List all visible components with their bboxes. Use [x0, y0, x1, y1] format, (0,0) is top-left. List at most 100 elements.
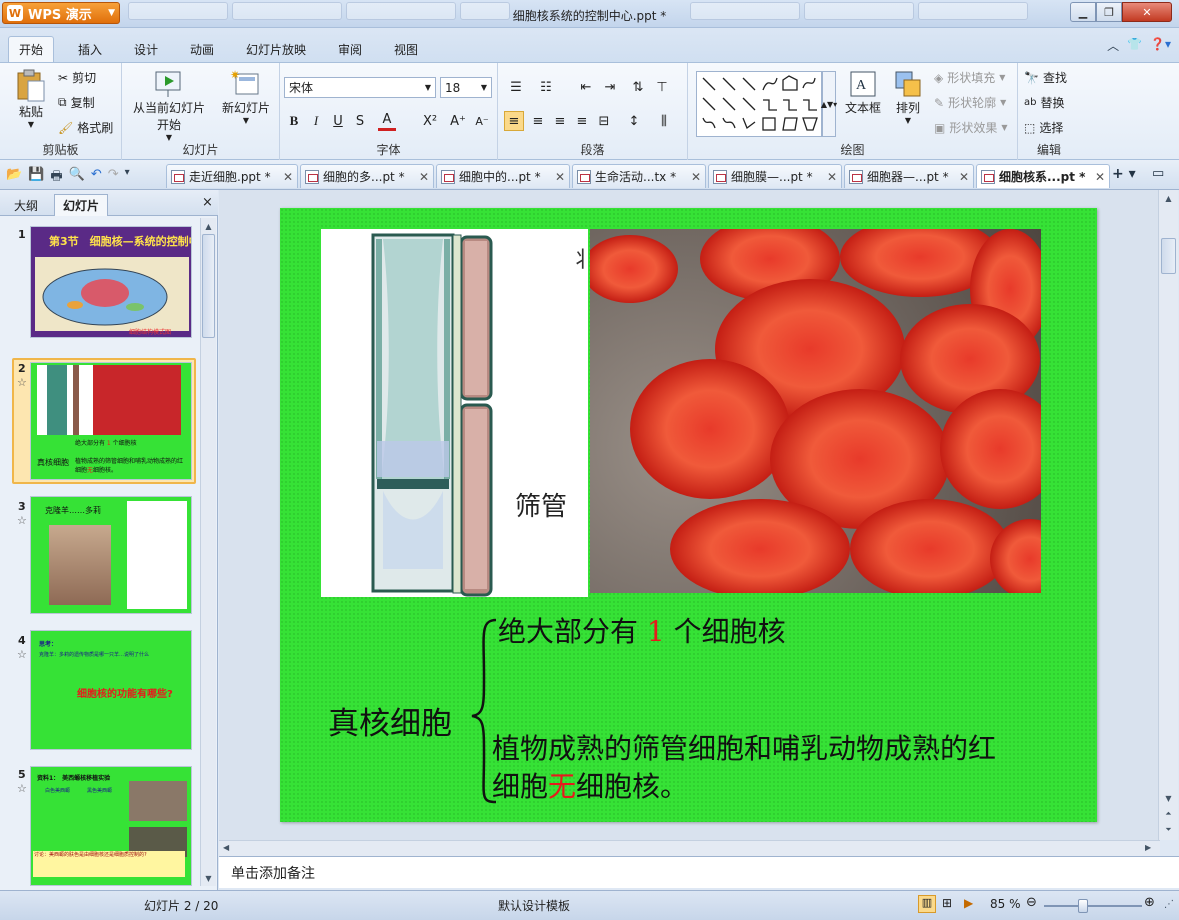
open-icon[interactable]: 📂	[6, 167, 22, 189]
tab-view[interactable]: 视图	[384, 36, 428, 62]
align-center-icon[interactable]: ≡	[528, 111, 548, 131]
paste-button[interactable]: 粘贴 ▼	[10, 69, 52, 129]
print-icon[interactable]: 🖶	[50, 167, 62, 189]
shapes-gallery[interactable]	[696, 71, 822, 137]
format-painter-button[interactable]: 🖌 格式刷	[58, 119, 113, 136]
close-icon[interactable]: ✕	[555, 170, 565, 184]
tab-design[interactable]: 设计	[124, 36, 168, 62]
minimize-button[interactable]: ▁	[1070, 2, 1096, 22]
align-right-icon[interactable]: ≡	[550, 111, 570, 131]
next-slide-icon[interactable]: ⏷	[1159, 822, 1178, 838]
numbering-icon[interactable]: ☷	[536, 77, 556, 97]
shape-fill-button[interactable]: ◈ 形状填充 ▼	[934, 69, 1005, 86]
distribute-icon[interactable]: ⊟	[594, 111, 614, 131]
new-slide-button[interactable]: ✷ 新幻灯片 ▼	[216, 69, 276, 125]
decrease-indent-icon[interactable]: ⇤	[576, 77, 596, 97]
close-icon[interactable]: ✕	[959, 170, 969, 184]
superscript-button[interactable]: X²	[420, 111, 440, 131]
customize-icon[interactable]: ▾	[125, 167, 130, 189]
align-text-icon[interactable]: ⊤	[652, 77, 672, 97]
shadow-button[interactable]: S	[350, 111, 370, 131]
font-size-select[interactable]: 18 ▼	[440, 77, 492, 98]
doc-tab[interactable]: 走近细胞.ppt * ✕	[166, 164, 298, 188]
close-button[interactable]: ✕	[1122, 2, 1172, 22]
arrange-button[interactable]: 排列 ▼	[888, 69, 928, 125]
scroll-down-icon[interactable]: ▼	[201, 870, 216, 886]
help-icon[interactable]: ❓▾	[1150, 37, 1171, 54]
close-icon[interactable]: ✕	[1095, 170, 1105, 184]
slides-panel-scrollbar[interactable]: ▲ ▼	[200, 218, 216, 886]
bold-button[interactable]: B	[284, 111, 304, 131]
tab-home[interactable]: 开始	[8, 36, 55, 62]
print-preview-icon[interactable]: 🔍	[69, 167, 85, 189]
maximize-button[interactable]: ❐	[1096, 2, 1122, 22]
scroll-thumb[interactable]	[1161, 238, 1176, 274]
grow-font-button[interactable]: A⁺	[448, 111, 468, 131]
tab-outline[interactable]: 大纲	[6, 194, 46, 216]
copy-button[interactable]: ⧉ 复制	[58, 94, 95, 111]
tab-list-icon[interactable]: ▭	[1152, 166, 1164, 181]
select-button[interactable]: ⬚ 选择	[1024, 119, 1063, 136]
tab-slideshow[interactable]: 幻灯片放映	[236, 36, 316, 62]
tab-insert[interactable]: 插入	[68, 36, 112, 62]
scroll-down-icon[interactable]: ▼	[1159, 790, 1178, 806]
slide-sorter-icon[interactable]: ⊞	[942, 896, 952, 910]
normal-view-icon[interactable]: ▥	[918, 895, 936, 913]
from-current-slide-button[interactable]: 从当前幻灯片 开始 ▼	[126, 69, 212, 142]
find-button[interactable]: 🔭 查找	[1024, 69, 1067, 86]
close-icon[interactable]: ✕	[691, 170, 701, 184]
tab-review[interactable]: 审阅	[328, 36, 372, 62]
line-spacing-icon[interactable]: ↕	[624, 111, 644, 131]
zoom-slider[interactable]	[1044, 905, 1142, 907]
scroll-thumb[interactable]	[202, 234, 215, 338]
zoom-level[interactable]: 85 %	[990, 897, 1021, 911]
doc-tab[interactable]: 细胞器—...pt * ✕	[844, 164, 974, 188]
shapes-gallery-scroll[interactable]: ▲▼▾	[821, 71, 837, 137]
slide-thumbnail-4[interactable]: 思考： 克隆羊：多莉的遗传物质是哪一只羊…说明了什么 细胞核的功能有哪些?	[30, 630, 192, 750]
zoom-slider-handle[interactable]	[1078, 899, 1088, 913]
slide-thumbnail-2[interactable]: 真核细胞 绝大部分有 1 个细胞核 植物成熟的筛管细胞和哺乳动物成熟的红细胞无细胞…	[30, 362, 192, 480]
italic-button[interactable]: I	[306, 111, 326, 131]
shape-effect-button[interactable]: ▣ 形状效果 ▼	[934, 119, 1008, 136]
close-icon[interactable]: ✕	[827, 170, 837, 184]
redo-icon[interactable]: ↷	[108, 167, 119, 189]
font-color-button[interactable]: A	[378, 111, 396, 131]
shrink-font-button[interactable]: A⁻	[472, 111, 492, 131]
slideshow-view-icon[interactable]: ▶	[964, 896, 973, 910]
scroll-up-icon[interactable]: ▲	[1159, 190, 1178, 206]
doc-tab[interactable]: 细胞膜—...pt * ✕	[708, 164, 842, 188]
justify-icon[interactable]: ≡	[572, 111, 592, 131]
doc-tab[interactable]: 生命活动...tx * ✕	[572, 164, 706, 188]
notes-area[interactable]: 单击添加备注	[219, 856, 1179, 888]
tab-slides[interactable]: 幻灯片	[54, 194, 109, 216]
close-panel-icon[interactable]: ×	[202, 195, 213, 210]
close-icon[interactable]: ✕	[419, 170, 429, 184]
slide-horizontal-scrollbar[interactable]: ◀ ▶	[219, 840, 1160, 856]
zoom-out-icon[interactable]: ⊖	[1026, 895, 1037, 910]
shape-outline-button[interactable]: ✎ 形状轮廓 ▼	[934, 94, 1006, 111]
align-left-icon[interactable]: ≡	[504, 111, 524, 131]
tab-animation[interactable]: 动画	[180, 36, 224, 62]
save-icon[interactable]: 💾	[28, 167, 44, 189]
slide-thumbnail-5[interactable]: 资料1： 美西螈核移植实验 白色美西螈 黑色美西螈 讨论：美西螈的肤色是由细胞核…	[30, 766, 192, 886]
undo-icon[interactable]: ↶	[91, 167, 102, 189]
close-icon[interactable]: ✕	[283, 170, 293, 184]
doc-tab[interactable]: 细胞中的...pt * ✕	[436, 164, 570, 188]
doc-tab-active[interactable]: 细胞核系...pt * ✕	[976, 164, 1110, 188]
skin-icon[interactable]: 👕	[1127, 37, 1142, 54]
underline-button[interactable]: U	[328, 111, 348, 131]
slide-thumbnail-3[interactable]: 克隆羊……多莉	[30, 496, 192, 614]
scroll-right-icon[interactable]: ▶	[1145, 843, 1151, 852]
replace-button[interactable]: ab 替换	[1024, 94, 1065, 111]
increase-indent-icon[interactable]: ⇥	[600, 77, 620, 97]
collapse-ribbon-icon[interactable]: ︿	[1107, 37, 1119, 54]
textbox-button[interactable]: A 文本框	[840, 69, 886, 116]
font-name-select[interactable]: 宋体 ▼	[284, 77, 436, 98]
slide-vertical-scrollbar[interactable]: ▲ ▼ ⏶ ⏷	[1158, 190, 1178, 840]
doc-tab[interactable]: 细胞的多...pt * ✕	[300, 164, 434, 188]
columns-icon[interactable]: ⫼	[654, 111, 674, 131]
scroll-left-icon[interactable]: ◀	[223, 843, 229, 852]
previous-slide-icon[interactable]: ⏶	[1159, 806, 1178, 822]
bullets-icon[interactable]: ☰	[506, 77, 526, 97]
slide-thumbnail-1[interactable]: 第3节 细胞核—系统的控制中心 细胞结构模式图	[30, 226, 192, 338]
